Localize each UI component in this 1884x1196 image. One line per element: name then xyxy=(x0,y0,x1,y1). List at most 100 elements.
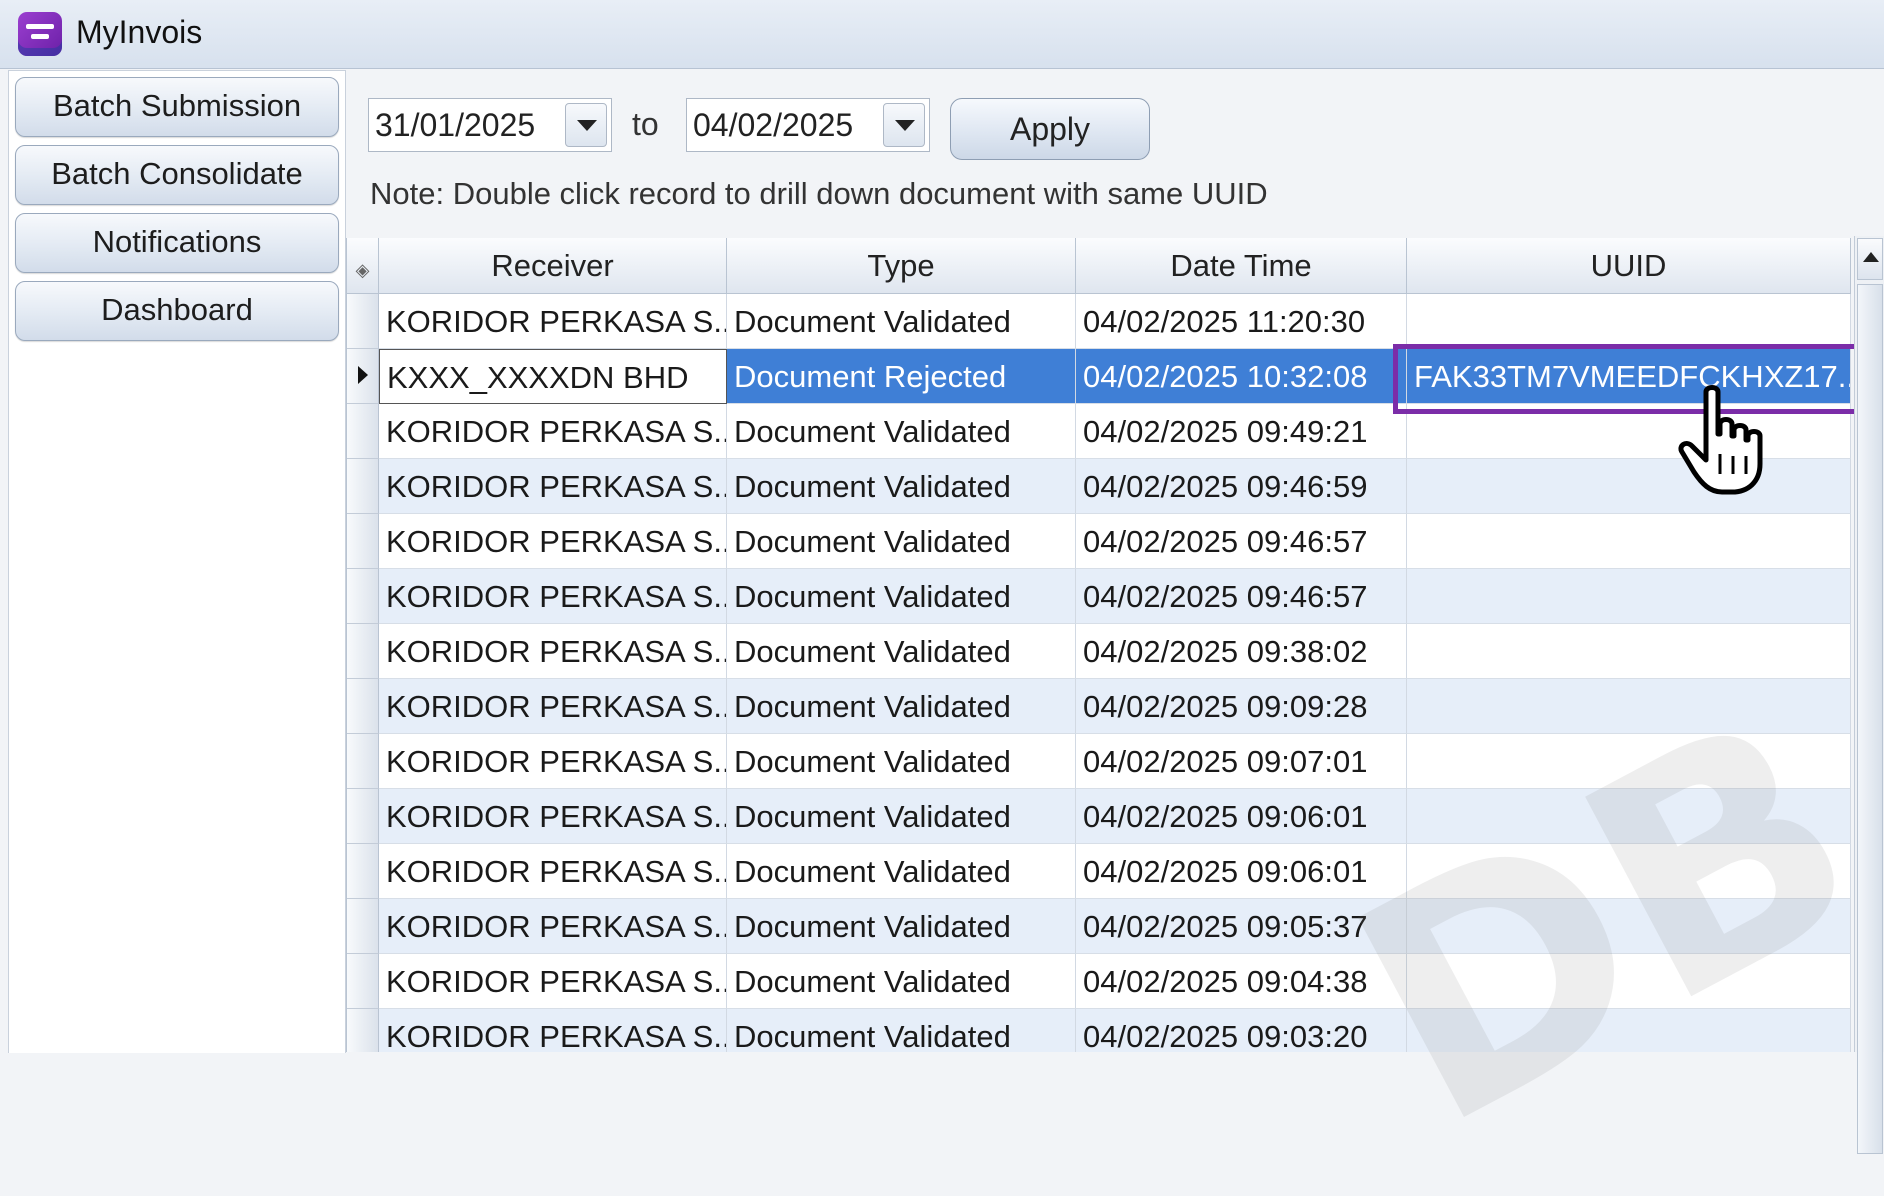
uuid-cell[interactable] xyxy=(1407,734,1851,789)
row-selector-arrow-icon[interactable] xyxy=(347,349,379,404)
date-time-cell[interactable]: 04/02/2025 09:04:38 xyxy=(1076,954,1407,1009)
uuid-cell[interactable] xyxy=(1407,844,1851,899)
type-cell[interactable]: Document Validated xyxy=(727,1009,1076,1052)
table-row[interactable]: KORIDOR PERKASA S... Document Validated 04… xyxy=(347,789,1851,844)
from-date-dropdown-icon[interactable] xyxy=(565,103,607,147)
uuid-cell[interactable] xyxy=(1407,1009,1851,1052)
table-row[interactable]: KORIDOR PERKASA S... Document Validated 04… xyxy=(347,514,1851,569)
table-row[interactable]: KORIDOR PERKASA S... Document Validated 04… xyxy=(347,459,1851,514)
batch-submission-button[interactable]: Batch Submission xyxy=(15,77,339,137)
apply-button[interactable]: Apply xyxy=(950,98,1150,160)
table-row[interactable]: KORIDOR PERKASA S... Document Validated 04… xyxy=(347,1009,1851,1052)
table-row[interactable]: KORIDOR PERKASA S... Document Validated 04… xyxy=(347,954,1851,1009)
date-time-cell[interactable]: 04/02/2025 09:07:01 xyxy=(1076,734,1407,789)
type-cell[interactable]: Document Validated xyxy=(727,294,1076,349)
date-time-cell[interactable]: 04/02/2025 09:46:59 xyxy=(1076,459,1407,514)
row-selector[interactable] xyxy=(347,899,379,954)
table-row[interactable]: KORIDOR PERKASA S... Document Validated 04… xyxy=(347,899,1851,954)
receiver-cell[interactable]: KORIDOR PERKASA S... xyxy=(379,404,727,459)
notifications-button[interactable]: Notifications xyxy=(15,213,339,273)
receiver-cell[interactable]: KORIDOR PERKASA S... xyxy=(379,569,727,624)
row-selector[interactable] xyxy=(347,1009,379,1052)
receiver-cell[interactable]: KORIDOR PERKASA S... xyxy=(379,459,727,514)
uuid-cell[interactable] xyxy=(1407,294,1851,349)
to-date-dropdown-icon[interactable] xyxy=(883,103,925,147)
row-selector[interactable] xyxy=(347,294,379,349)
scroll-up-icon[interactable] xyxy=(1857,238,1883,280)
uuid-cell[interactable] xyxy=(1407,679,1851,734)
table-row[interactable]: KORIDOR PERKASA S... Document Validated 04… xyxy=(347,734,1851,789)
receiver-cell[interactable]: KORIDOR PERKASA S... xyxy=(379,899,727,954)
column-header-receiver[interactable]: Receiver xyxy=(379,238,727,294)
table-row[interactable]: KORIDOR PERKASA S... Document Validated 04… xyxy=(347,569,1851,624)
table-row[interactable]: KORIDOR PERKASA S... Document Validated 04… xyxy=(347,844,1851,899)
from-date-picker[interactable]: 31/01/2025 xyxy=(368,98,612,152)
column-header-type[interactable]: Type xyxy=(727,238,1076,294)
grid-corner-header[interactable]: ◈ xyxy=(347,238,379,294)
date-time-cell[interactable]: 04/02/2025 09:09:28 xyxy=(1076,679,1407,734)
column-header-date-time[interactable]: Date Time xyxy=(1076,238,1407,294)
date-time-cell[interactable]: 04/02/2025 09:03:20 xyxy=(1076,1009,1407,1052)
table-row[interactable]: KORIDOR PERKASA S... Document Validated 04… xyxy=(347,624,1851,679)
date-time-cell[interactable]: 04/02/2025 10:32:08 xyxy=(1076,349,1407,404)
batch-consolidate-button[interactable]: Batch Consolidate xyxy=(15,145,339,205)
type-cell[interactable]: Document Validated xyxy=(727,569,1076,624)
receiver-cell[interactable]: KORIDOR PERKASA S... xyxy=(379,514,727,569)
receiver-cell[interactable]: KORIDOR PERKASA S... xyxy=(379,844,727,899)
table-row[interactable]: KORIDOR PERKASA S... Document Validated 04… xyxy=(347,294,1851,349)
type-cell[interactable]: Document Validated xyxy=(727,789,1076,844)
uuid-cell[interactable] xyxy=(1407,624,1851,679)
receiver-cell[interactable]: KORIDOR PERKASA S... xyxy=(379,1009,727,1052)
row-selector[interactable] xyxy=(347,459,379,514)
row-selector[interactable] xyxy=(347,679,379,734)
uuid-cell[interactable] xyxy=(1407,459,1851,514)
type-cell[interactable]: Document Validated xyxy=(727,679,1076,734)
row-selector[interactable] xyxy=(347,734,379,789)
date-time-cell[interactable]: 04/02/2025 09:06:01 xyxy=(1076,789,1407,844)
type-cell[interactable]: Document Validated xyxy=(727,459,1076,514)
uuid-cell[interactable] xyxy=(1407,514,1851,569)
row-selector[interactable] xyxy=(347,569,379,624)
type-cell[interactable]: Document Validated xyxy=(727,514,1076,569)
row-selector[interactable] xyxy=(347,404,379,459)
uuid-cell[interactable] xyxy=(1407,899,1851,954)
row-selector[interactable] xyxy=(347,789,379,844)
row-selector[interactable] xyxy=(347,624,379,679)
row-selector[interactable] xyxy=(347,514,379,569)
to-date-picker[interactable]: 04/02/2025 xyxy=(686,98,930,152)
date-time-cell[interactable]: 04/02/2025 09:06:01 xyxy=(1076,844,1407,899)
uuid-cell[interactable] xyxy=(1407,789,1851,844)
drill-down-note: Note: Double click record to drill down … xyxy=(370,176,1268,211)
type-cell[interactable]: Document Validated xyxy=(727,624,1076,679)
type-cell[interactable]: Document Validated xyxy=(727,844,1076,899)
receiver-cell[interactable]: KORIDOR PERKASA S... xyxy=(379,954,727,1009)
receiver-cell[interactable]: KXXX_XXXXDN BHD xyxy=(379,349,727,404)
type-cell[interactable]: Document Validated xyxy=(727,734,1076,789)
date-time-cell[interactable]: 04/02/2025 11:20:30 xyxy=(1076,294,1407,349)
row-selector[interactable] xyxy=(347,954,379,1009)
date-time-cell[interactable]: 04/02/2025 09:49:21 xyxy=(1076,404,1407,459)
type-cell[interactable]: Document Validated xyxy=(727,404,1076,459)
column-header-uuid[interactable]: UUID xyxy=(1407,238,1851,294)
receiver-cell[interactable]: KORIDOR PERKASA S... xyxy=(379,789,727,844)
scroll-thumb[interactable] xyxy=(1857,284,1883,1154)
date-time-cell[interactable]: 04/02/2025 09:46:57 xyxy=(1076,569,1407,624)
receiver-cell[interactable]: KORIDOR PERKASA S... xyxy=(379,624,727,679)
date-time-cell[interactable]: 04/02/2025 09:46:57 xyxy=(1076,514,1407,569)
vertical-scrollbar[interactable] xyxy=(1854,236,1884,1154)
row-selector[interactable] xyxy=(347,844,379,899)
type-cell[interactable]: Document Validated xyxy=(727,899,1076,954)
table-row[interactable]: KORIDOR PERKASA S... Document Validated 04… xyxy=(347,679,1851,734)
receiver-cell[interactable]: KORIDOR PERKASA S... xyxy=(379,734,727,789)
nav-panel: Batch Submission Batch Consolidate Notif… xyxy=(8,70,346,1053)
uuid-cell[interactable] xyxy=(1407,954,1851,1009)
uuid-cell[interactable] xyxy=(1407,569,1851,624)
receiver-cell[interactable]: KORIDOR PERKASA S... xyxy=(379,294,727,349)
type-cell[interactable]: Document Validated xyxy=(727,954,1076,1009)
receiver-cell[interactable]: KORIDOR PERKASA S... xyxy=(379,679,727,734)
type-cell[interactable]: Document Rejected xyxy=(727,349,1076,404)
date-time-cell[interactable]: 04/02/2025 09:05:37 xyxy=(1076,899,1407,954)
dashboard-button[interactable]: Dashboard xyxy=(15,281,339,341)
app-icon xyxy=(18,12,62,56)
date-time-cell[interactable]: 04/02/2025 09:38:02 xyxy=(1076,624,1407,679)
